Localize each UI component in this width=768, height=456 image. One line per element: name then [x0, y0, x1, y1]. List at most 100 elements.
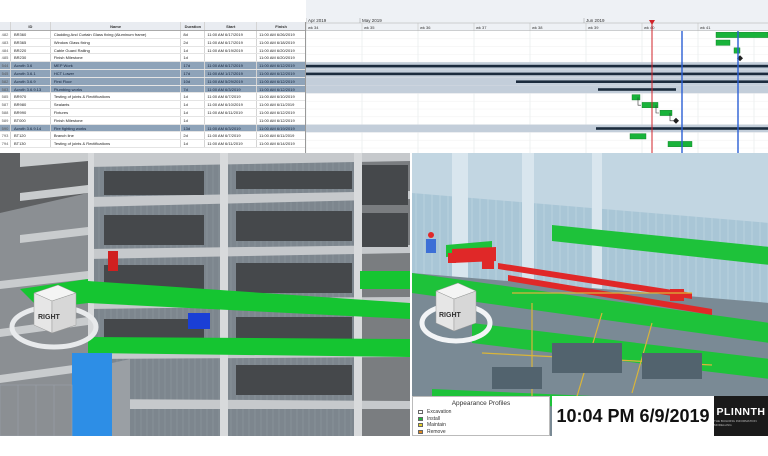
- gantt-task-bar[interactable]: [631, 94, 641, 101]
- task-start: 11:00 AM 5/29/2019: [204, 77, 256, 85]
- gantt-task-bar[interactable]: [715, 39, 731, 46]
- task-start: 11:00 AM 6/3/2019: [204, 85, 256, 93]
- column-header-finish[interactable]: Finish: [256, 22, 305, 30]
- task-duration: 10d: [180, 77, 204, 85]
- row-number: 483: [1, 39, 9, 45]
- left-3d-viewport[interactable]: RIGHT: [0, 153, 410, 436]
- timeline-week-label: wk 39: [588, 25, 599, 30]
- gantt-task-bar[interactable]: [733, 47, 741, 54]
- gantt-task-bar[interactable]: [667, 141, 693, 148]
- task-row[interactable]: 544 Acroth 3.6 MEP Work 17d 11:00 AM 6/17/20…: [0, 62, 305, 70]
- task-duration: 1d: [180, 140, 204, 147]
- task-duration: 2d: [180, 38, 204, 46]
- task-name: Plumbing works: [49, 85, 181, 93]
- legend-item: Remove: [413, 429, 549, 436]
- gantt-task-bar[interactable]: [715, 31, 768, 38]
- gantt-summary-bar[interactable]: [516, 80, 768, 83]
- task-row[interactable]: 794 BT130 Testing of joints & Rectificatio…: [0, 140, 305, 148]
- task-row[interactable]: 583 Acroth 3.6.9.13 Plumbing works 7d 11:00 …: [0, 85, 305, 94]
- gantt-summary-bar[interactable]: [598, 88, 676, 91]
- row-number: 587: [1, 102, 9, 108]
- task-id: BR970: [9, 93, 50, 101]
- legend-swatch: [418, 410, 423, 415]
- column-header-start[interactable]: Start: [204, 22, 256, 30]
- task-duration: 7d: [180, 85, 204, 93]
- task-row[interactable]: 482 BR360 Cladding And Curtain Glass fixin…: [0, 31, 305, 39]
- task-id: BR220: [9, 46, 50, 54]
- task-row[interactable]: 483 BR365 Window Glass fixing 2d 11:00 AM 6/…: [0, 38, 305, 47]
- grid-header: ID Name Duration Start Finish: [0, 22, 305, 31]
- task-id: Acroth 3.6.9: [9, 77, 50, 85]
- task-duration: 8d: [180, 31, 204, 38]
- row-number: 482: [1, 32, 9, 37]
- task-finish: 11:00 AM 6/12/2019: [256, 69, 305, 77]
- task-name: Window Glass fixing: [49, 38, 181, 46]
- column-header-id[interactable]: ID: [9, 22, 50, 30]
- row-number: 545: [1, 70, 9, 76]
- row-number: 484: [1, 47, 9, 53]
- task-row[interactable]: 545 Acroth 3.6.1 HCT Lower 17d 11:00 AM 1/17…: [0, 69, 305, 78]
- gantt-summary-band: [306, 85, 768, 94]
- task-row[interactable]: 587 BR980 Sealants 1d 11:00 AM 6/10/2019 11:0…: [0, 101, 305, 109]
- task-name: Testing of joints & Rectifications: [49, 140, 181, 147]
- task-name: Cable Guard Railing: [49, 46, 181, 54]
- task-start: 11:00 AM 6/17/2019: [204, 62, 256, 69]
- task-row[interactable]: 590 Acroth 3.6.9.14 Fire fighting works 13d…: [0, 124, 305, 133]
- row-number: 590: [1, 125, 9, 131]
- task-row[interactable]: 485 BR230 Finish Milestone 1d 11:00 AM 6/20/…: [0, 54, 305, 63]
- task-name: Testing of joints & Rectifications: [49, 93, 181, 101]
- gantt-canvas[interactable]: [306, 22, 768, 153]
- task-start: 11:00 AM 6/19/2019: [204, 46, 256, 54]
- task-finish: 11:00 AM 6/12/2019: [256, 108, 305, 116]
- task-finish: 11:00 AM 6/19/2019: [256, 124, 305, 132]
- task-duration: 13d: [180, 124, 204, 132]
- task-start: 11:00 AM 6/3/2019: [204, 124, 256, 132]
- task-finish: 11:00 AM 6/20/2019: [256, 46, 305, 54]
- task-start: 11:00 AM 6/17/2019: [204, 38, 256, 46]
- gantt-summary-bar[interactable]: [306, 64, 768, 68]
- row-number: 544: [1, 63, 9, 69]
- row-number: 583: [1, 86, 9, 92]
- task-id: BT000: [9, 116, 50, 124]
- column-header-name[interactable]: Name: [49, 22, 181, 30]
- timeline-week-label: wk 38: [532, 25, 543, 30]
- view-cube-face-label[interactable]: RIGHT: [38, 314, 61, 321]
- task-row[interactable]: 582 Acroth 3.6.9 First Floor 10d 11:00 AM 5/…: [0, 77, 305, 86]
- task-row[interactable]: 588 BR990 Fixtures 1d 11:00 AM 6/11/2019 11:0…: [0, 108, 305, 117]
- timeline-week-label: wk 40: [644, 25, 655, 30]
- gantt-task-bar[interactable]: [641, 102, 659, 109]
- task-finish: 11:00 AM 6/11/2019: [256, 132, 305, 140]
- task-id: BR230: [9, 54, 50, 62]
- task-row[interactable]: 589 BT000 Finish Milestone 1d 11:00 AM 6/12/…: [0, 116, 305, 125]
- gantt-task-bar[interactable]: [629, 133, 647, 140]
- view-cube-face-label[interactable]: RIGHT: [439, 312, 462, 319]
- gantt-timeline-header: Apr 2019 May 2019 Jun 2019 wk 34 wk 35 wk 36 w…: [306, 0, 768, 31]
- right-3d-viewport[interactable]: RIGHT: [410, 153, 768, 436]
- column-header-duration[interactable]: Duration: [180, 22, 204, 30]
- task-finish: 11:00 AM 6/12/2019: [256, 116, 305, 124]
- task-name: MEP Work: [49, 62, 181, 69]
- task-start: 11:00 AM 6/7/2019: [204, 132, 256, 140]
- appearance-profiles-legend: Appearance Profiles Excavation Install Mai…: [412, 396, 550, 436]
- task-id: BR980: [9, 101, 50, 108]
- timeline-month: May 2019: [362, 18, 382, 23]
- task-row[interactable]: 484 BR220 Cable Guard Railing 1d 11:00 AM 6/…: [0, 46, 305, 55]
- task-duration: 1d: [180, 101, 204, 108]
- simulation-datetime: 10:04 PM 6/9/2019: [552, 396, 714, 436]
- task-name: Finish Milestone: [49, 116, 181, 124]
- task-finish: 11:00 AM 6/20/2019: [256, 54, 305, 62]
- gantt-chart[interactable]: [306, 22, 768, 153]
- logo-brand: PLINNTH: [716, 405, 766, 418]
- task-start: 11:00 AM 1/17/2019: [204, 69, 256, 77]
- task-id: BR990: [9, 108, 50, 116]
- legend-label: Install: [427, 415, 441, 422]
- legend-label: Maintain: [427, 422, 446, 429]
- task-row[interactable]: 585 BR970 Testing of joints & Rectificatio…: [0, 93, 305, 102]
- gantt-summary-bar[interactable]: [306, 72, 768, 76]
- bottom-margin: [0, 436, 768, 456]
- row-number: 589: [1, 117, 9, 123]
- schedule-panel: ID Name Duration Start Finish 482 BR360 Cl…: [0, 22, 768, 153]
- task-row[interactable]: 793 BT120 Branch line 2d 11:00 AM 6/7/2019 11…: [0, 132, 305, 141]
- task-name: Branch line: [49, 132, 181, 140]
- task-start: [204, 116, 256, 124]
